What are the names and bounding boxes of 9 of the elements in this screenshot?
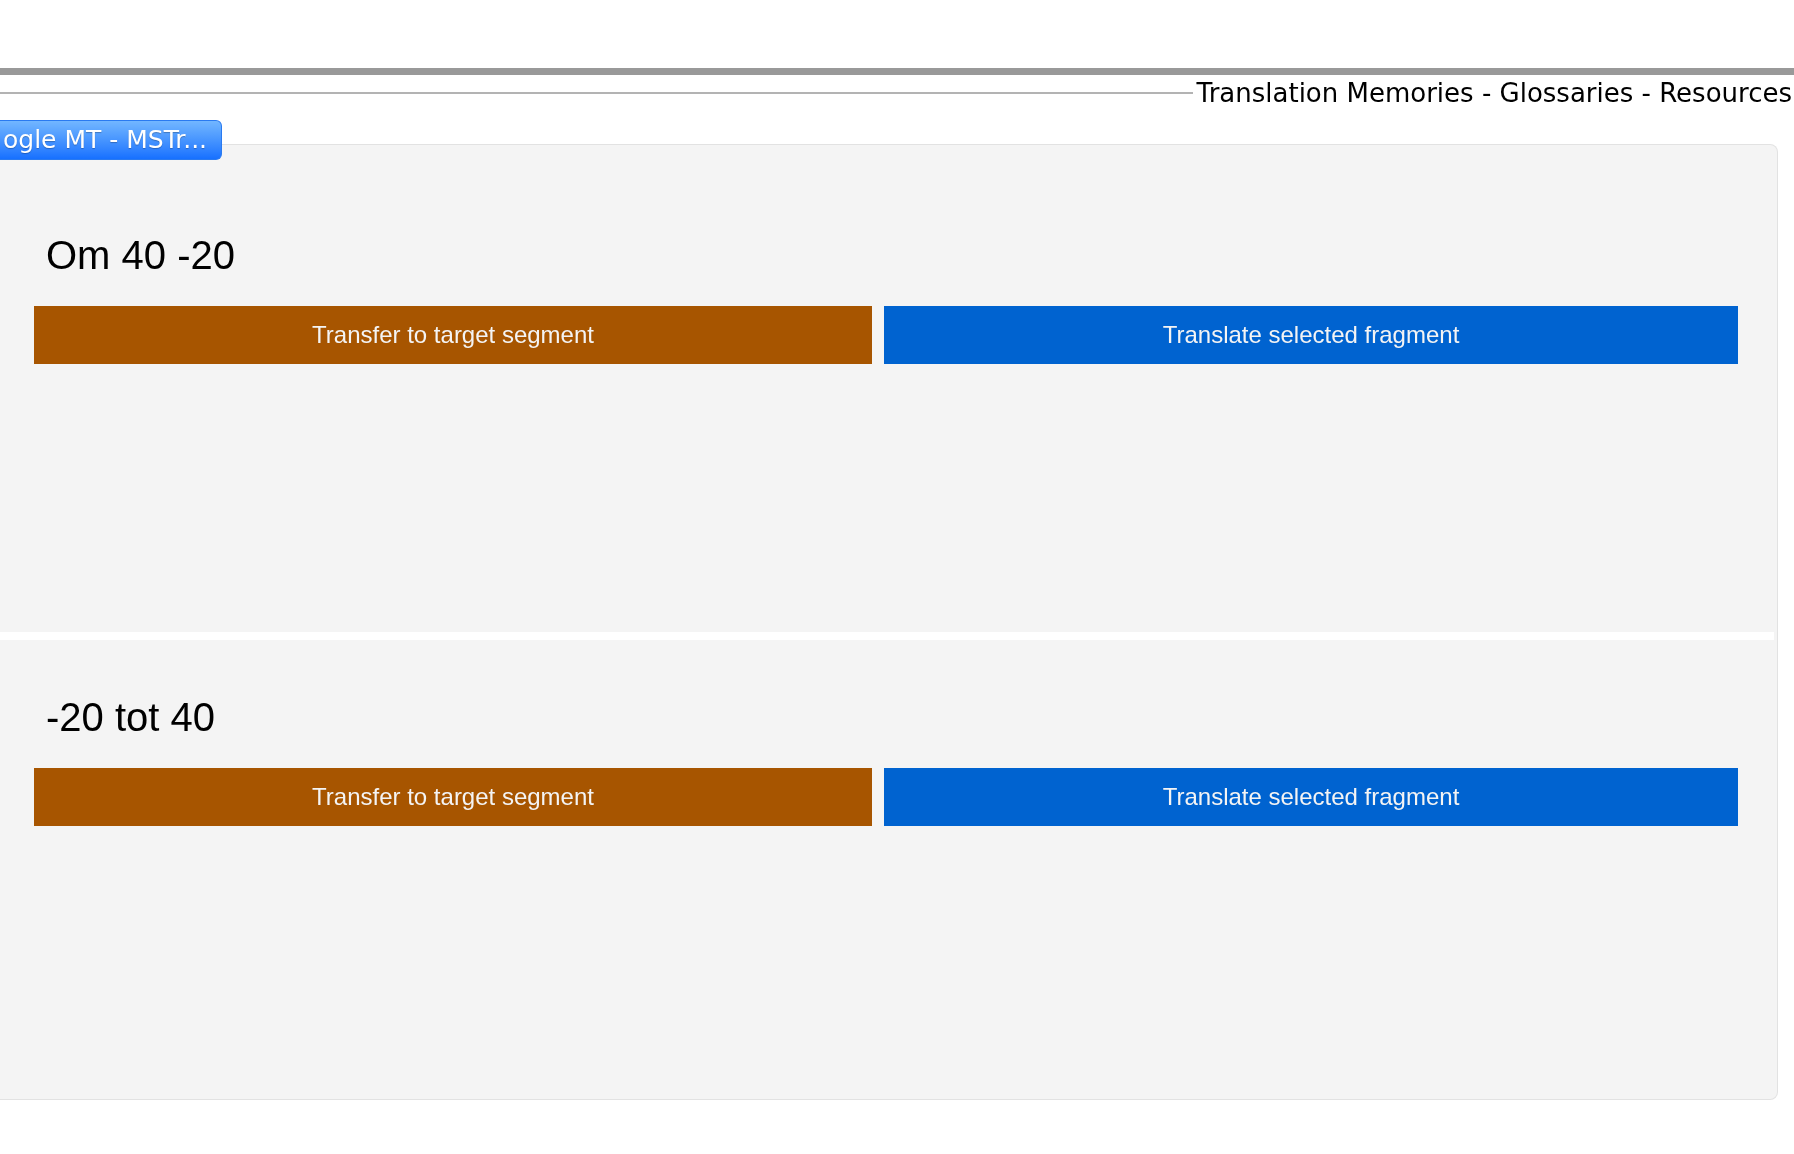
transfer-button[interactable]: Transfer to target segment	[34, 768, 872, 826]
splitter-bar[interactable]	[0, 68, 1794, 75]
result-text: Om 40 -20	[46, 235, 235, 275]
tab[interactable]: ogle MT - MSTr...	[0, 120, 223, 160]
result-text: -20 tot 40	[46, 697, 215, 737]
translate-button[interactable]: Translate selected fragment	[884, 768, 1738, 826]
translate-button[interactable]: Translate selected fragment	[884, 306, 1738, 364]
panel-title: Translation Memories - Glossaries - Resources	[1195, 78, 1793, 108]
transfer-button[interactable]: Transfer to target segment	[34, 306, 872, 364]
